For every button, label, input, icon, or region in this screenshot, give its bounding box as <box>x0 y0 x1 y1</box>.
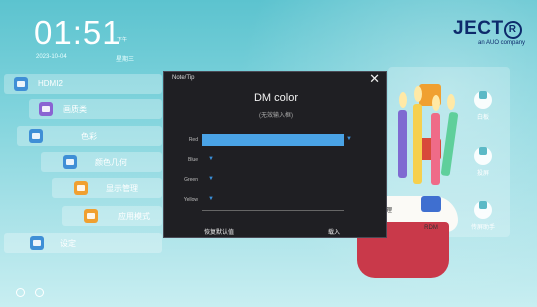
brand-tagline: an AUO company <box>478 40 526 46</box>
settings-icon <box>30 236 44 250</box>
red-label: Red <box>188 137 198 143</box>
picture-icon <box>39 102 53 116</box>
app-rdm[interactable]: RDM <box>414 222 448 231</box>
display-icon <box>74 181 88 195</box>
candle-yellow <box>413 104 422 184</box>
hdmi-icon <box>14 77 28 91</box>
menu-label: 设定 <box>60 239 76 248</box>
dm-color-dialog: Note/Tip ✕ DM color (无效输入框) Red ▼ Blue ▼… <box>163 71 387 238</box>
green-label: Green <box>184 177 198 183</box>
candle-purple <box>398 110 407 178</box>
wifi-icon[interactable] <box>16 288 25 297</box>
dialog-heading: DM color <box>253 92 298 104</box>
share-icon <box>474 201 492 219</box>
clock-time: 01:51 <box>34 14 122 51</box>
menu-label: 显示管理 <box>106 184 138 193</box>
app-label: 白板 <box>476 115 489 121</box>
cast-icon <box>474 147 492 165</box>
menu-label: 色彩 <box>81 132 97 141</box>
app-label: RDM <box>424 225 438 231</box>
menu-item-hdmi2[interactable]: HDMI2 <box>4 74 162 94</box>
app-cast[interactable]: 投屏 <box>470 142 496 177</box>
brand-mark: R <box>503 21 522 39</box>
dialog-subtitle: (无效输入框) <box>259 113 293 119</box>
color-icon <box>29 129 43 143</box>
menu-item-picture[interactable]: 画质类 <box>29 99 162 119</box>
close-icon[interactable]: ✕ <box>369 72 380 85</box>
chevron-down-icon[interactable]: ▼ <box>208 156 214 162</box>
menu-item-mode[interactable]: 应用模式 <box>62 206 162 226</box>
candle-flame <box>447 94 455 110</box>
menu-label: HDMI2 <box>38 79 63 88</box>
menu-item-geometry[interactable]: 颜色几何 <box>41 152 162 172</box>
menu-item-color[interactable]: 色彩 <box>17 126 162 146</box>
app-label: 投屏 <box>476 171 489 177</box>
clock-weekday: 星期三 <box>116 57 135 63</box>
brand-name: JECT <box>453 18 504 39</box>
home-screen: 01:51 下午 2023-10-04 星期三 JECT R an AUO com… <box>0 0 537 307</box>
candle-pink <box>431 113 440 185</box>
menu-item-settings[interactable]: 设定 <box>4 233 162 253</box>
mode-icon <box>84 209 98 223</box>
red-input[interactable] <box>202 134 344 146</box>
candle-flame <box>432 95 440 111</box>
dialog-title: Note/Tip <box>172 75 195 81</box>
app-label: 传屏助手 <box>470 225 495 231</box>
chevron-down-icon[interactable]: ▼ <box>346 136 352 142</box>
rdm-icon[interactable] <box>421 196 441 212</box>
chevron-down-icon[interactable]: ▼ <box>208 176 214 182</box>
brand-logo: JECT R <box>453 18 522 40</box>
candle-flame <box>399 92 407 108</box>
chevron-down-icon[interactable]: ▼ <box>208 196 214 202</box>
yellow-label: Yellow <box>183 197 198 203</box>
app-share[interactable]: 传屏助手 <box>470 196 496 231</box>
menu-label: 颜色几何 <box>95 158 127 167</box>
yellow-input[interactable] <box>202 210 344 211</box>
confirm-button[interactable]: 载入 <box>304 227 364 236</box>
menu-label: 画质类 <box>63 105 87 114</box>
menu-item-display[interactable]: 显示管理 <box>52 178 162 198</box>
clock-ampm: 下午 <box>117 37 128 43</box>
reset-button[interactable]: 恢复默认值 <box>184 227 254 236</box>
whiteboard-icon <box>474 91 492 109</box>
candle-flame <box>414 86 422 102</box>
blue-label: Blue <box>187 157 198 163</box>
clock-date: 2023-10-04 <box>36 54 67 60</box>
menu-label: 应用模式 <box>118 212 150 221</box>
network-icon[interactable] <box>35 288 44 297</box>
geometry-icon <box>63 155 77 169</box>
app-whiteboard[interactable]: 白板 <box>470 86 496 121</box>
